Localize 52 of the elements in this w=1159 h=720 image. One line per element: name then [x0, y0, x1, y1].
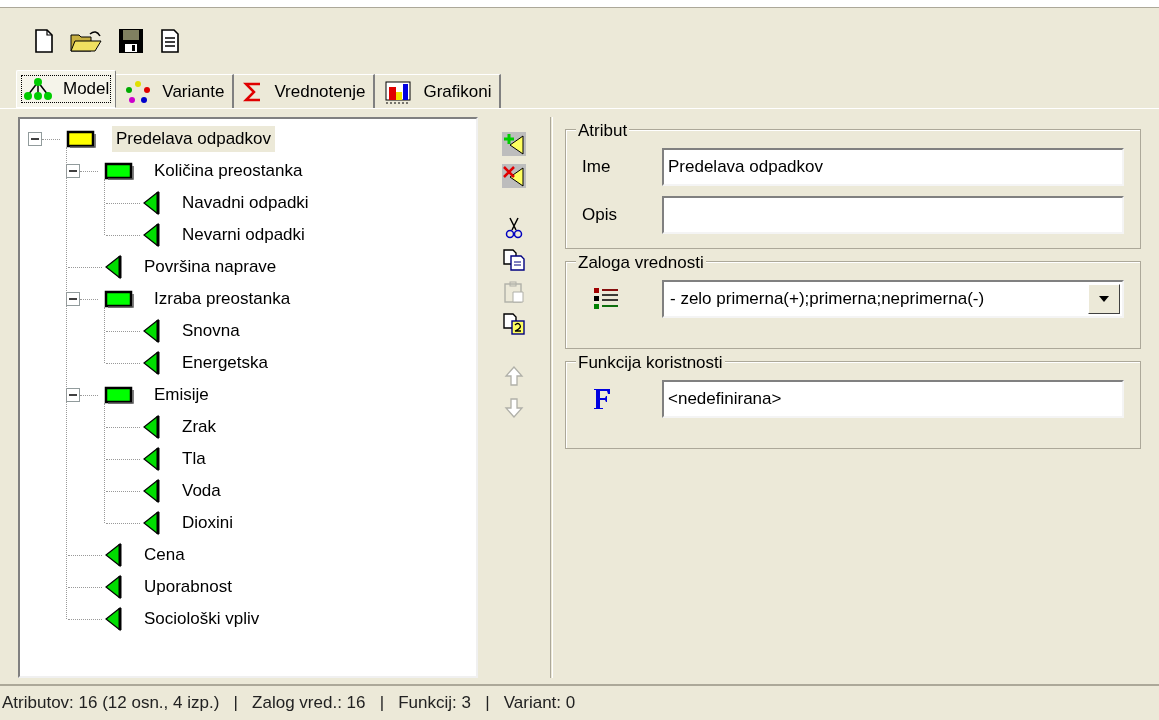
tree-item[interactable]: Predelava odpadkov: [112, 126, 275, 152]
bar-chart-icon: [383, 78, 414, 105]
tree-item[interactable]: Uporabnost: [144, 574, 232, 600]
tree-item[interactable]: Voda: [182, 478, 221, 504]
leaf-node-icon: [104, 606, 124, 632]
name-field[interactable]: Predelava odpadkov: [662, 148, 1124, 186]
leaf-node-icon: [142, 350, 162, 376]
tree-hierarchy-icon: [23, 77, 53, 101]
leaf-node-icon: [104, 542, 124, 568]
leaf-node-icon: [142, 446, 162, 472]
leaf-node-icon: [142, 478, 162, 504]
description-field[interactable]: [662, 196, 1124, 234]
tab[interactable]: Grafikoni: [375, 74, 502, 108]
leaf-node-icon: [104, 254, 124, 280]
tree-item[interactable]: Površina naprave: [144, 254, 277, 280]
function-icon: [592, 387, 612, 411]
tree-item[interactable]: Tla: [182, 446, 206, 472]
add-node-icon[interactable]: [501, 131, 527, 157]
leaf-node-icon: [142, 190, 162, 216]
leaf-node-icon: [142, 222, 162, 248]
document-icon[interactable]: [160, 29, 180, 53]
leaf-node-icon: [142, 414, 162, 440]
leaf-node-icon: [142, 510, 162, 536]
copy-icon[interactable]: [501, 247, 527, 273]
new-document-icon[interactable]: [34, 29, 54, 53]
tree-item[interactable]: Količina preostanka: [154, 158, 303, 184]
tab[interactable]: Model: [16, 70, 117, 108]
tree-item[interactable]: Cena: [144, 542, 185, 568]
field-label: Opis: [582, 204, 617, 227]
value-scale-dropdown[interactable]: - zelo primerna(+);primerna;neprimerna(-): [662, 280, 1124, 318]
tree-item[interactable]: Dioxini: [182, 510, 234, 536]
tree-item[interactable]: Izraba preostanka: [154, 286, 291, 312]
save-icon[interactable]: [118, 28, 144, 54]
tab[interactable]: Variante: [116, 74, 235, 108]
dots-icon: [124, 79, 153, 104]
tree-item[interactable]: Nevarni odpadki: [182, 222, 305, 248]
utility-function-field[interactable]: <nedefinirana>: [662, 380, 1124, 418]
leaf-node-icon: [104, 574, 124, 600]
tree-item[interactable]: Navadni odpadki: [182, 190, 309, 216]
tree-item[interactable]: Emisije: [154, 382, 209, 408]
tree-item[interactable]: Snovna: [182, 318, 240, 344]
tab[interactable]: Vrednotenje: [234, 74, 376, 108]
copy-numbered-icon[interactable]: [501, 311, 527, 337]
tree-item[interactable]: Zrak: [182, 414, 216, 440]
leaf-node-icon: [142, 318, 162, 344]
tree-item[interactable]: Energetska: [182, 350, 268, 376]
open-folder-icon[interactable]: [70, 29, 102, 53]
status-bar-text: Atributov: 16 (12 osn., 4 izp.) | Zalog vred.: 16 | Funkcij: 3 | Variant: 0: [2, 692, 576, 715]
field-label: Ime: [582, 156, 611, 179]
collapse-icon[interactable]: [28, 132, 42, 146]
tree-item[interactable]: Sociološki vpliv: [144, 606, 260, 632]
delete-node-icon[interactable]: [501, 163, 527, 189]
